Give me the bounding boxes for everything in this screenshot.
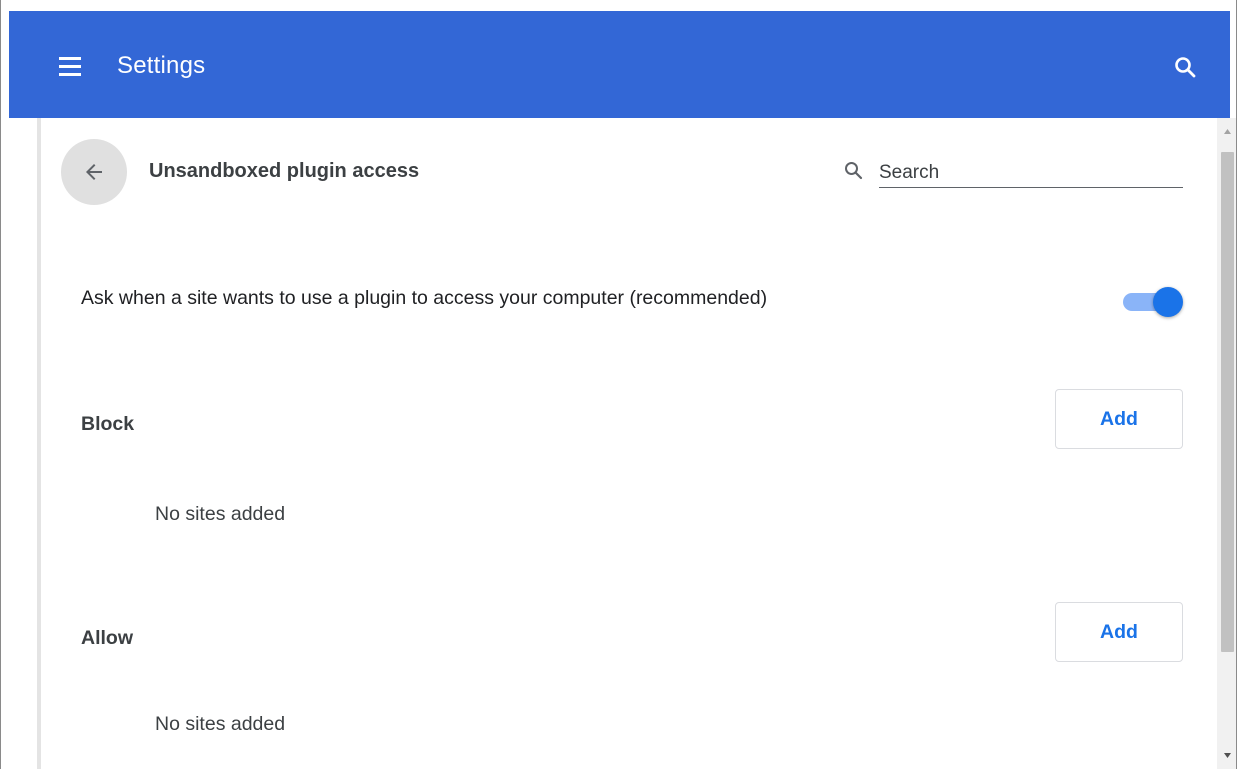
search-icon[interactable] — [1171, 53, 1201, 83]
add-allow-site-button[interactable]: Add — [1055, 602, 1183, 662]
back-button[interactable] — [61, 139, 127, 205]
content-left-border — [37, 118, 41, 769]
scroll-down-arrow-icon[interactable] — [1217, 743, 1236, 769]
add-block-site-button[interactable]: Add — [1055, 389, 1183, 449]
ask-plugin-setting-label: Ask when a site wants to use a plugin to… — [81, 287, 768, 309]
scrollbar-thumb[interactable] — [1221, 152, 1234, 652]
search-icon — [845, 162, 863, 180]
vertical-scrollbar[interactable] — [1217, 118, 1236, 769]
page-search — [843, 150, 1183, 194]
allow-empty-text: No sites added — [155, 713, 286, 735]
ask-plugin-toggle[interactable] — [1123, 287, 1185, 317]
app-title: Settings — [117, 52, 206, 79]
hamburger-menu-icon[interactable] — [57, 55, 89, 81]
search-input[interactable] — [879, 158, 1183, 188]
toggle-knob — [1153, 287, 1183, 317]
settings-window: Settings Unsandboxed plugin access Ask w… — [0, 0, 1237, 769]
block-section-label: Block — [81, 413, 135, 435]
allow-section-label: Allow — [81, 627, 133, 649]
scroll-up-arrow-icon[interactable] — [1217, 118, 1236, 144]
page-title: Unsandboxed plugin access — [149, 160, 420, 182]
block-empty-text: No sites added — [155, 503, 286, 525]
arrow-back-icon — [86, 164, 102, 180]
